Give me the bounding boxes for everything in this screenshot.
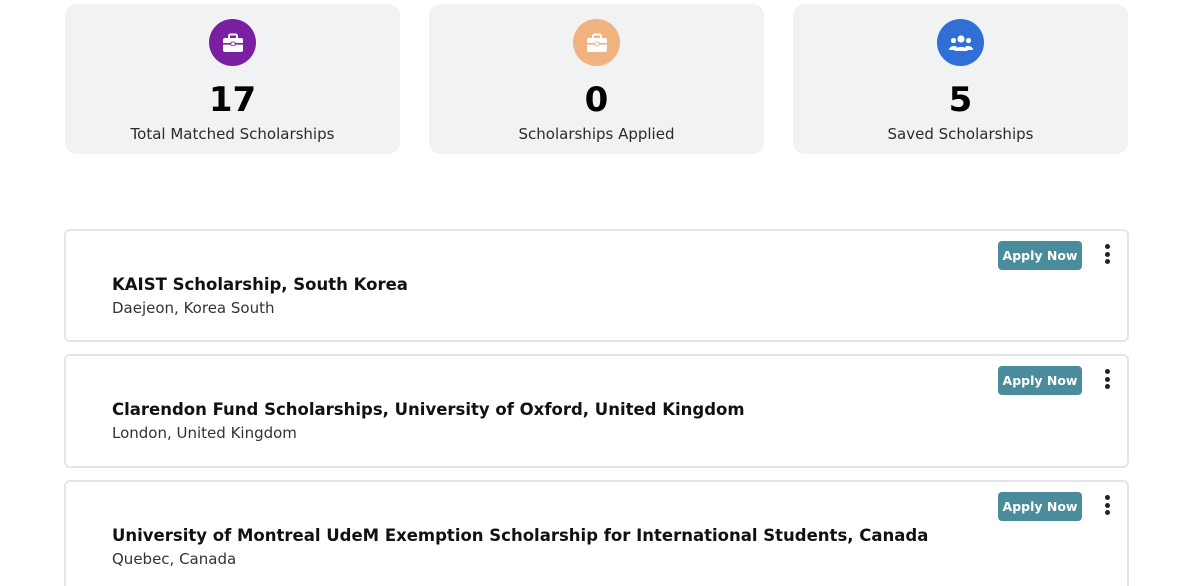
scholarship-card[interactable]: Apply Now KAIST Scholarship, South Korea… <box>64 229 1129 342</box>
stat-label: Saved Scholarships <box>887 125 1034 143</box>
more-options-icon[interactable] <box>1100 242 1114 266</box>
stat-label: Total Matched Scholarships <box>130 125 335 143</box>
dashboard-page: 17 Total Matched Scholarships 0 Scholars… <box>0 0 1200 586</box>
scholarship-title[interactable]: University of Montreal UdeM Exemption Sc… <box>112 525 928 547</box>
scholarship-card[interactable]: Apply Now Clarendon Fund Scholarships, U… <box>64 354 1129 468</box>
total-matched-card: 17 Total Matched Scholarships <box>65 4 400 154</box>
stat-label: Scholarships Applied <box>518 125 675 143</box>
apply-now-button[interactable]: Apply Now <box>998 492 1082 521</box>
stat-value: 17 <box>208 80 257 120</box>
scholarship-title[interactable]: KAIST Scholarship, South Korea <box>112 274 408 296</box>
apply-now-button[interactable]: Apply Now <box>998 366 1082 395</box>
scholarship-location: Quebec, Canada <box>112 550 237 568</box>
stat-value: 5 <box>948 80 973 120</box>
scholarship-card[interactable]: Apply Now University of Montreal UdeM Ex… <box>64 480 1129 586</box>
users-icon <box>937 19 984 66</box>
scholarship-location: Daejeon, Korea South <box>112 299 275 317</box>
stat-value: 0 <box>584 80 609 120</box>
more-options-icon[interactable] <box>1100 367 1114 391</box>
briefcase-icon <box>209 19 256 66</box>
saved-scholarships-card: 5 Saved Scholarships <box>793 4 1128 154</box>
briefcase-icon <box>573 19 620 66</box>
scholarships-applied-card: 0 Scholarships Applied <box>429 4 764 154</box>
scholarship-location: London, United Kingdom <box>112 424 297 442</box>
apply-now-button[interactable]: Apply Now <box>998 241 1082 270</box>
more-options-icon[interactable] <box>1100 493 1114 517</box>
scholarship-title[interactable]: Clarendon Fund Scholarships, University … <box>112 399 745 421</box>
